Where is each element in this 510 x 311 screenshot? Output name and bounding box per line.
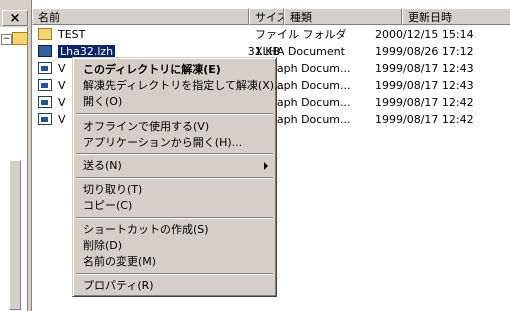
- folder-tree-pane: × −: [0, 0, 30, 311]
- column-header-type[interactable]: 種類: [284, 8, 402, 25]
- folder-icon: [38, 28, 52, 40]
- menu-item-extract-to[interactable]: 解凍先ディレクトリを指定して解凍(X)...: [75, 77, 285, 94]
- menu-separator: [76, 153, 273, 155]
- document-icon: [38, 79, 52, 91]
- document-icon: [38, 96, 52, 108]
- column-header-size[interactable]: サイズ: [249, 8, 284, 25]
- menu-item-copy[interactable]: コピー(C): [75, 197, 274, 214]
- document-icon: [38, 113, 52, 125]
- menu-item-open[interactable]: 開く(O): [75, 93, 274, 110]
- menu-separator: [76, 273, 273, 275]
- tree-expand-icon[interactable]: −: [1, 34, 12, 45]
- file-date: 1999/08/17 12:43: [375, 62, 474, 75]
- archive-icon: [38, 45, 52, 57]
- column-header-date[interactable]: 更新日時: [402, 8, 510, 25]
- file-date: 1999/08/17 12:43: [375, 79, 474, 92]
- file-row[interactable]: TEST ファイル フォルダ 2000/12/15 15:14: [32, 26, 510, 43]
- menu-separator: [76, 113, 273, 115]
- file-date: 1999/08/26 17:12: [375, 45, 474, 58]
- tree-scrollbar[interactable]: [9, 160, 21, 310]
- file-date: 1999/08/17 12:42: [375, 96, 474, 109]
- menu-item-cut[interactable]: 切り取り(T): [75, 181, 274, 198]
- menu-item-send-to[interactable]: 送る(N): [75, 157, 274, 174]
- submenu-arrow-icon: [264, 162, 268, 170]
- menu-item-open-with[interactable]: アプリケーションから開く(H)...: [75, 134, 274, 151]
- menu-item-rename[interactable]: 名前の変更(M): [75, 253, 274, 270]
- file-date: 2000/12/15 15:14: [375, 28, 474, 41]
- folder-icon[interactable]: [12, 32, 28, 45]
- file-type: ファイル フォルダ: [255, 28, 347, 41]
- document-icon: [38, 62, 52, 74]
- file-date: 1999/08/17 12:42: [375, 113, 474, 126]
- menu-separator: [76, 177, 273, 179]
- column-header-row: 名前 サイズ 種類 更新日時: [32, 8, 510, 25]
- context-menu: このディレクトリに解凍(E) 解凍先ディレクトリを指定して解凍(X)... 開く…: [72, 57, 285, 297]
- menu-item-make-offline[interactable]: オフラインで使用する(V): [75, 118, 274, 135]
- file-name: TEST: [58, 28, 86, 41]
- column-header-name[interactable]: 名前: [32, 8, 249, 25]
- menu-separator: [76, 217, 273, 219]
- menu-item-label: 送る(N): [83, 159, 122, 172]
- menu-item-delete[interactable]: 削除(D): [75, 237, 274, 254]
- close-pane-button[interactable]: ×: [2, 10, 28, 26]
- menu-item-extract-here[interactable]: このディレクトリに解凍(E): [75, 61, 274, 78]
- menu-item-create-shortcut[interactable]: ショートカットの作成(S): [75, 221, 274, 238]
- menu-item-properties[interactable]: プロパティ(R): [75, 277, 274, 294]
